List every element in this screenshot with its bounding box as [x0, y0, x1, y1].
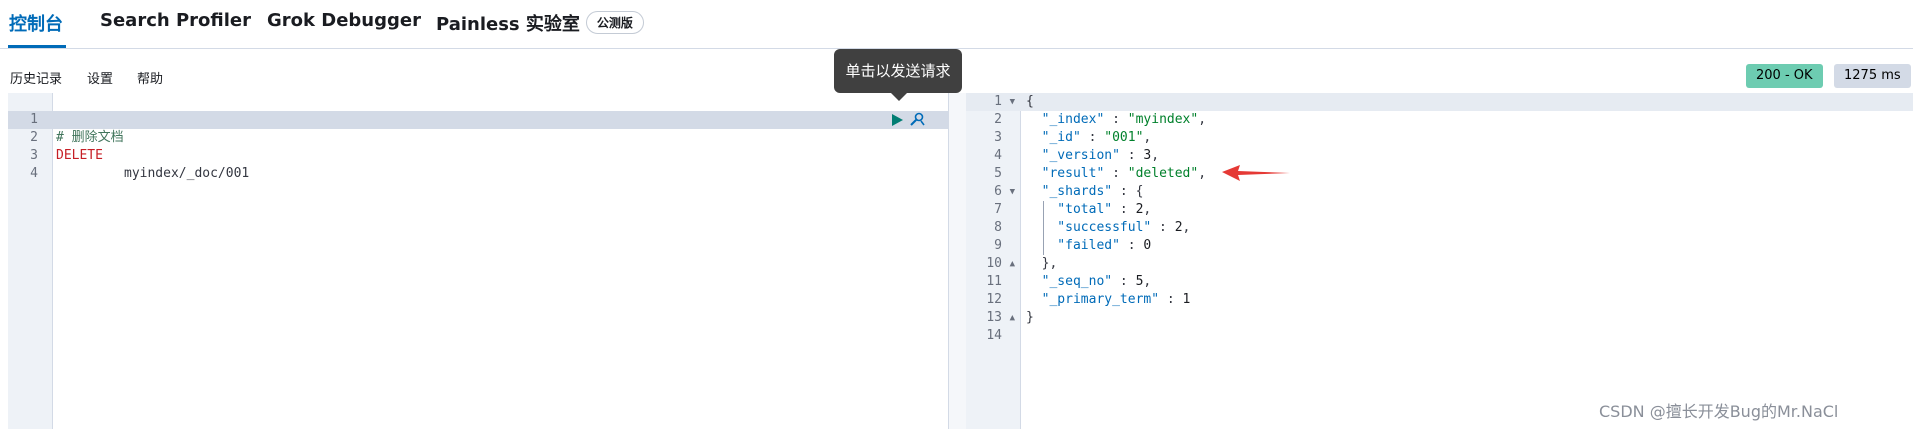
token-punc: , — [1198, 166, 1207, 181]
line-number: 3 — [994, 130, 1002, 145]
token-key: "_index" — [1026, 112, 1105, 127]
line-number: 4 — [994, 148, 1002, 163]
token-key: "result" — [1026, 166, 1105, 181]
response-code: "failed" : 0 — [1026, 237, 1151, 255]
pane-resizer[interactable] — [948, 93, 968, 429]
line-number: 1 — [994, 94, 1002, 109]
response-code: }, — [1026, 255, 1058, 273]
tab-painless-lab[interactable]: Painless 实验室 公测版 — [436, 10, 644, 36]
request-line-2: 2 DELETE myindex/_doc/001 — [8, 111, 948, 181]
response-code: "result" : "deleted", — [1026, 165, 1206, 183]
send-request-tooltip: 单击以发送请求 — [834, 49, 962, 93]
token-punc: : — [1119, 148, 1144, 163]
fold-down-icon[interactable]: ▼ — [1005, 183, 1015, 201]
line-number: 14 — [986, 328, 1002, 343]
token-punc: : — [1151, 220, 1175, 235]
response-code: "_id" : "001", — [1026, 129, 1152, 147]
token-punc: , — [1151, 148, 1160, 163]
token-num: 1 — [1182, 292, 1191, 307]
token-key: "successful" — [1026, 220, 1152, 235]
token-punc: , — [1143, 274, 1152, 289]
token-num: 2 — [1174, 220, 1183, 235]
request-editor[interactable]: 1 # 删除文档 2 DELETE myindex/_doc/001 3 4 — [8, 93, 948, 429]
fold-up-icon[interactable]: ▲ — [1005, 309, 1015, 327]
line-number: 5 — [994, 166, 1002, 181]
token-punc: : — [1104, 112, 1128, 127]
tab-grok-debugger[interactable]: Grok Debugger — [267, 10, 421, 31]
indent-guide — [1043, 201, 1044, 255]
token-key: "_seq_no" — [1026, 274, 1113, 289]
token-punc: , — [1143, 202, 1152, 217]
line-number: 8 — [994, 220, 1002, 235]
response-code: "_primary_term" : 1 — [1026, 291, 1191, 309]
token-punc: : — [1112, 274, 1136, 289]
tab-search-profiler[interactable]: Search Profiler — [100, 10, 251, 31]
token-punc: : — [1159, 292, 1183, 307]
token-key: "failed" — [1026, 238, 1120, 253]
help-link[interactable]: 帮助 — [137, 68, 163, 87]
request-comment: # 删除文档 — [56, 130, 124, 145]
token-key: "total" — [1026, 202, 1113, 217]
response-time-badge: 1275 ms — [1834, 64, 1911, 88]
red-arrow-annotation — [1222, 165, 1290, 181]
tab-console[interactable]: 控制台 — [9, 10, 63, 36]
response-code: "total" : 2, — [1026, 201, 1151, 219]
watermark: CSDN @擅长开发Bug的Mr.NaCl — [1599, 402, 1839, 421]
line-number: 4 — [30, 166, 38, 181]
request-line-4: 4 — [8, 147, 39, 181]
token-punc: : — [1112, 202, 1136, 217]
top-tab-bar: 控制台 Search Profiler Grok Debugger Painle… — [0, 0, 1913, 49]
line-number: 13 — [986, 310, 1002, 325]
token-punc: , — [1143, 130, 1152, 145]
response-code: "_seq_no" : 5, — [1026, 273, 1152, 291]
token-str: "deleted" — [1127, 166, 1199, 181]
line-number: 7 — [994, 202, 1002, 217]
line-number: 6 — [994, 184, 1002, 199]
token-punc: : — [1119, 238, 1144, 253]
token-punc: }, — [1026, 256, 1058, 271]
request-method: DELETE — [56, 148, 103, 163]
token-key: "_shards" — [1026, 184, 1113, 199]
response-code: "_index" : "myindex", — [1026, 111, 1206, 129]
fold-down-icon[interactable]: ▼ — [1005, 93, 1015, 111]
response-code: "_shards" : { — [1026, 183, 1144, 201]
active-tab-underline — [8, 45, 66, 48]
response-code: } — [1026, 309, 1034, 327]
response-code: { — [1026, 93, 1034, 111]
response-active-line-highlight — [966, 93, 1913, 111]
settings-link[interactable]: 设置 — [87, 68, 113, 87]
play-icon[interactable] — [890, 113, 904, 127]
tab-painless-lab-label: Painless 实验室 — [436, 14, 580, 35]
token-str: "myindex" — [1127, 112, 1199, 127]
line-number: 2 — [994, 112, 1002, 127]
token-punc: : — [1080, 130, 1105, 145]
response-code: "_version" : 3, — [1026, 147, 1159, 165]
token-num: 0 — [1143, 238, 1152, 253]
status-badge: 200 - OK — [1746, 64, 1823, 88]
token-key: "_version" — [1026, 148, 1120, 163]
token-punc: , — [1198, 112, 1207, 127]
response-code: "successful" : 2, — [1026, 219, 1190, 237]
line-number: 11 — [986, 274, 1002, 289]
line-number: 9 — [994, 238, 1002, 253]
request-line-1: 1 # 删除文档 — [8, 93, 123, 145]
history-link[interactable]: 历史记录 — [10, 68, 62, 87]
line-number: 12 — [986, 292, 1002, 307]
token-punc: { — [1026, 94, 1034, 109]
token-punc: , — [1182, 220, 1191, 235]
token-key: "_primary_term" — [1026, 292, 1160, 307]
response-viewer: 1 ▼{2 "_index" : "myindex", 3 "_id" : "001… — [966, 93, 1913, 429]
token-punc: : { — [1112, 184, 1144, 199]
line-number: 10 — [986, 256, 1002, 271]
wrench-icon[interactable] — [908, 112, 926, 128]
request-path: myindex/_doc/001 — [124, 166, 250, 181]
token-punc: : — [1104, 166, 1128, 181]
token-punc: } — [1026, 310, 1034, 325]
request-line-3: 3 — [8, 129, 39, 163]
fold-up-icon[interactable]: ▲ — [1005, 255, 1015, 273]
token-str: "001" — [1104, 130, 1144, 145]
beta-badge: 公测版 — [585, 11, 644, 34]
token-key: "_id" — [1026, 130, 1081, 145]
